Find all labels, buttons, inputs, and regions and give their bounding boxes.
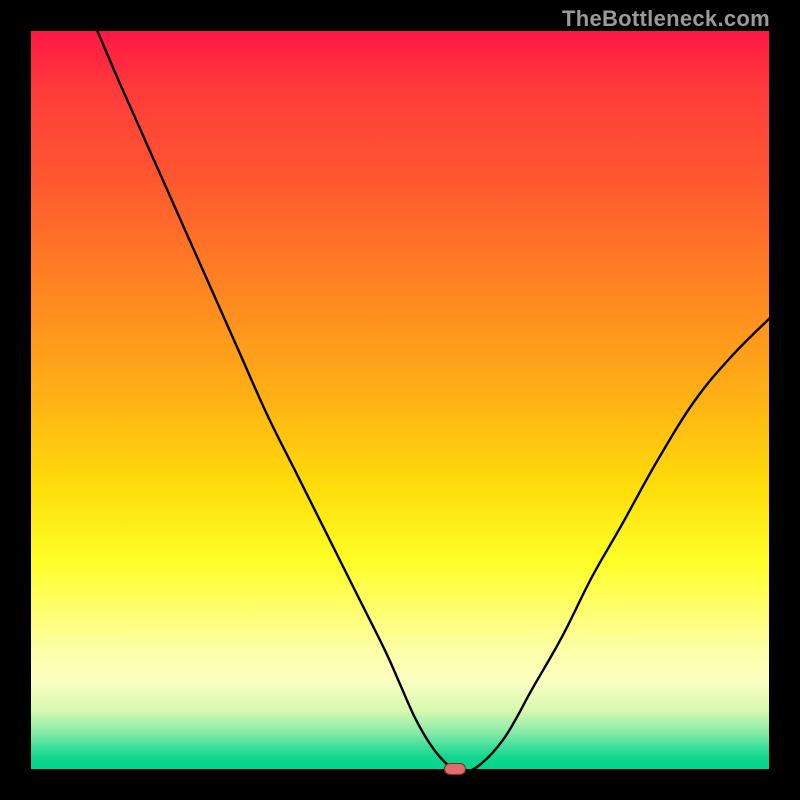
- curve-svg: [31, 31, 769, 769]
- plot-area: [31, 31, 769, 769]
- minimum-marker: [444, 763, 466, 775]
- chart-container: TheBottleneck.com: [0, 0, 800, 800]
- bottleneck-curve: [97, 31, 769, 769]
- attribution-text: TheBottleneck.com: [562, 6, 770, 32]
